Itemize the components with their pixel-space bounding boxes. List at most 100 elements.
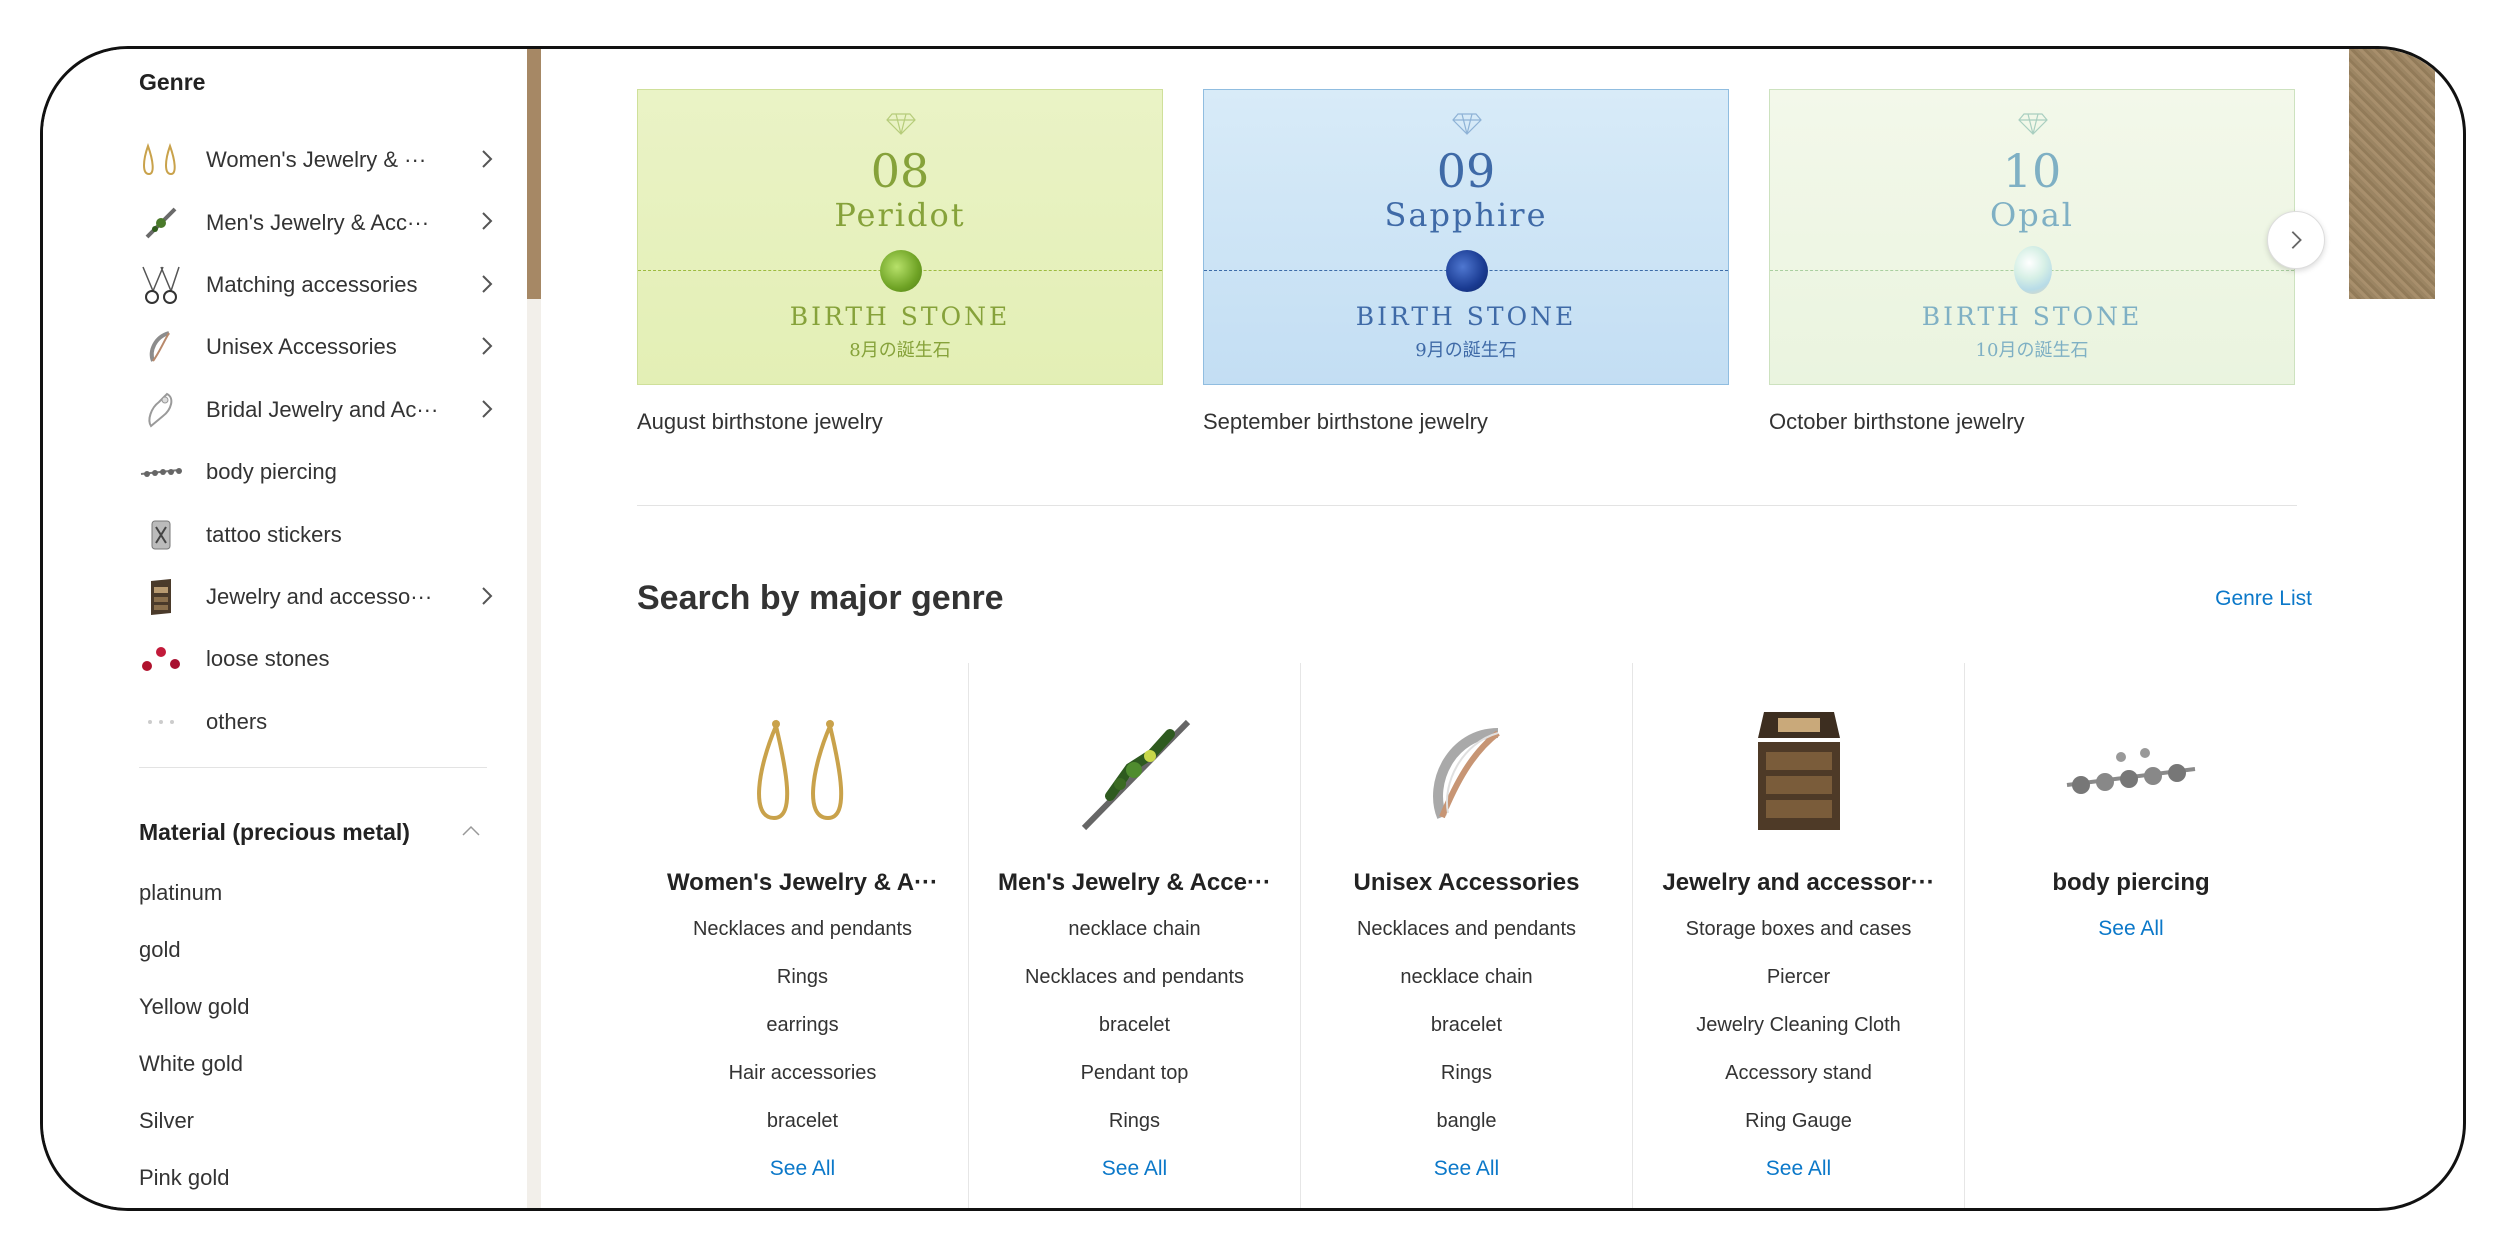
category-image[interactable] (1965, 663, 2297, 853)
banner-opal[interactable]: 10 Opal BIRTH STONE 10月の誕生石 (1769, 89, 2295, 385)
category-image[interactable] (637, 663, 968, 853)
see-all-link[interactable]: See All (1633, 1145, 1964, 1193)
material-item[interactable]: platinum (139, 881, 250, 938)
category-title[interactable]: Unisex Accessories (1301, 869, 1632, 897)
banner-birthstone-label: BIRTH STONE (1355, 302, 1577, 331)
sidebar-item-loose-stones[interactable]: loose stones (139, 628, 499, 690)
sidebar-item-mens-jewelry[interactable]: Men's Jewelry & Acc··· (139, 191, 499, 253)
device-frame: Genre Women's Jewelry & ··· Men's Jewelr… (40, 46, 2466, 1211)
subcategory-link[interactable]: necklace chain (969, 905, 1300, 953)
subcategory-link[interactable]: bangle (1301, 1097, 1632, 1145)
category-image[interactable] (1633, 663, 1964, 853)
brooch-icon (139, 201, 183, 245)
sidebar-item-unisex-accessories[interactable]: Unisex Accessories (139, 316, 499, 378)
subcategory-link[interactable]: Hair accessories (637, 1049, 968, 1097)
jewelry-box-icon (1757, 712, 1840, 830)
sidebar-item-matching-accessories[interactable]: Matching accessories (139, 254, 499, 316)
earrings-icon (756, 719, 843, 821)
sidebar-item-tattoo-stickers[interactable]: tattoo stickers (139, 503, 499, 565)
subcategory-link[interactable]: Accessory stand (1633, 1049, 1964, 1097)
sidebar-item-label: tattoo stickers (206, 521, 342, 547)
subcategory-list: Necklaces and pendants Rings earrings Ha… (637, 905, 968, 1145)
material-item[interactable]: gold (139, 938, 250, 995)
banner-sapphire[interactable]: 09 Sapphire BIRTH STONE 9月の誕生石 (1203, 89, 1729, 385)
diamond-icon (886, 113, 916, 135)
category-title[interactable]: Jewelry and accessor··· (1633, 869, 1964, 897)
banner-caption[interactable]: August birthstone jewelry (637, 409, 883, 435)
sidebar-item-label: Matching accessories (206, 271, 418, 297)
subcategory-link[interactable]: Rings (969, 1097, 1300, 1145)
sidebar-item-bridal-jewelry[interactable]: Bridal Jewelry and Ac··· (139, 379, 499, 441)
category-card: Women's Jewelry & A··· Necklaces and pen… (637, 663, 969, 1208)
banner-birthstone-label: BIRTH STONE (1921, 302, 2143, 331)
see-all-link[interactable]: See All (1965, 905, 2297, 953)
banner-peridot[interactable]: 08 Peridot BIRTH STONE 8月の誕生石 (637, 89, 1163, 385)
banner-month-number: 08 (870, 144, 930, 198)
category-image[interactable] (969, 663, 1300, 853)
sidebar-item-womens-jewelry[interactable]: Women's Jewelry & ··· (139, 129, 499, 191)
see-all-link[interactable]: See All (1301, 1145, 1632, 1193)
subcategory-link[interactable]: Necklaces and pendants (637, 905, 968, 953)
see-all-link[interactable]: See All (637, 1145, 968, 1193)
category-title[interactable]: Men's Jewelry & Acce··· (969, 869, 1300, 897)
banner-japanese-label: 9月の誕生石 (1415, 340, 1517, 361)
piercing-icon (139, 450, 183, 494)
see-all-link[interactable]: See All (969, 1145, 1300, 1193)
material-item[interactable]: Silver (139, 1109, 250, 1166)
subcategory-link[interactable]: Storage boxes and cases (1633, 905, 1964, 953)
sidebar-item-label: others (206, 708, 268, 734)
subcategory-list: necklace chain Necklaces and pendants br… (969, 905, 1300, 1145)
carousel-peek-image (2349, 49, 2435, 299)
subcategory-link[interactable]: earrings (637, 1001, 968, 1049)
sidebar: Genre Women's Jewelry & ··· Men's Jewelr… (43, 49, 529, 1208)
material-item[interactable]: Yellow gold (139, 995, 250, 1052)
sidebar-divider (139, 767, 487, 768)
category-image[interactable] (1301, 663, 1632, 853)
subcategory-list: Storage boxes and cases Piercer Jewelry … (1633, 905, 1964, 1145)
subcategory-link[interactable]: bracelet (969, 1001, 1300, 1049)
material-item[interactable]: White gold (139, 1052, 250, 1109)
sidebar-item-jewelry-accessories[interactable]: Jewelry and accesso··· (139, 566, 499, 628)
peridot-gem-icon (880, 250, 922, 292)
cuff-icon (139, 325, 183, 369)
subcategory-link[interactable]: Necklaces and pendants (1301, 905, 1632, 953)
subcategory-link[interactable]: necklace chain (1301, 953, 1632, 1001)
bridal-icon (139, 388, 183, 432)
sidebar-item-others[interactable]: others (139, 691, 499, 753)
sidebar-item-body-piercing[interactable]: body piercing (139, 441, 499, 503)
subcategory-link[interactable]: bracelet (637, 1097, 968, 1145)
subcategory-link[interactable]: Piercer (1633, 953, 1964, 1001)
category-title[interactable]: body piercing (1965, 869, 2297, 897)
chevron-right-icon (2291, 231, 2302, 249)
carousel-next-button[interactable] (2267, 211, 2325, 269)
cuff-icon (1432, 728, 1500, 819)
chevron-right-icon (482, 212, 493, 231)
material-item[interactable]: Pink gold (139, 1166, 250, 1208)
subcategory-link[interactable]: Necklaces and pendants (969, 953, 1300, 1001)
chevron-up-icon[interactable] (459, 819, 483, 843)
subcategory-link[interactable]: Pendant top (969, 1049, 1300, 1097)
material-heading: Material (precious metal) (139, 819, 410, 845)
subcategory-link[interactable]: Rings (1301, 1049, 1632, 1097)
genre-list-link[interactable]: Genre List (2215, 587, 2312, 611)
earrings-icon (139, 138, 183, 182)
chevron-right-icon (482, 399, 493, 418)
subcategory-link[interactable]: bracelet (1301, 1001, 1632, 1049)
sidebar-item-label: Men's Jewelry & Acc··· (206, 209, 430, 235)
section-title: Search by major genre (637, 579, 1004, 617)
subcategory-link[interactable]: Jewelry Cleaning Cloth (1633, 1001, 1964, 1049)
category-card: Men's Jewelry & Acce··· necklace chain N… (969, 663, 1301, 1208)
section-divider (637, 505, 2297, 506)
subcategory-link[interactable]: Rings (637, 953, 968, 1001)
subcategory-list: Necklaces and pendants necklace chain br… (1301, 905, 1632, 1145)
sidebar-item-label: Jewelry and accesso··· (206, 583, 433, 609)
sidebar-scrollbar-thumb[interactable] (527, 49, 541, 299)
dots-icon (139, 700, 183, 744)
category-grid: Women's Jewelry & A··· Necklaces and pen… (637, 663, 2297, 1208)
pair-rings-icon (139, 263, 183, 307)
subcategory-link[interactable]: Ring Gauge (1633, 1097, 1964, 1145)
diamond-icon (1452, 113, 1482, 135)
banner-caption[interactable]: October birthstone jewelry (1769, 409, 2025, 435)
category-title[interactable]: Women's Jewelry & A··· (637, 869, 968, 897)
banner-caption[interactable]: September birthstone jewelry (1203, 409, 1488, 435)
